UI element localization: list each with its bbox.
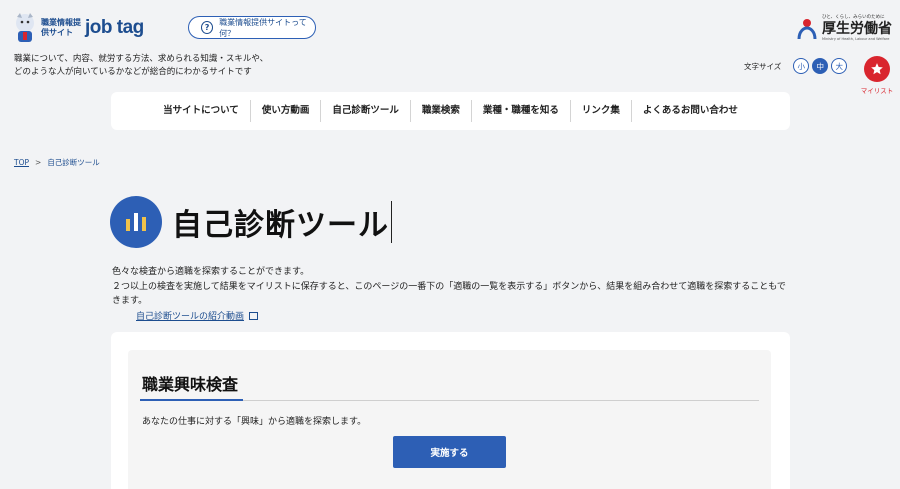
- card-title: 職業興味検査: [142, 375, 239, 394]
- nav-item-industries[interactable]: 業種・職種を知る: [472, 100, 571, 122]
- tagline-line-2: どのような人が向いているかなどが総合的にわかるサイトです: [14, 67, 252, 77]
- nav-item-faq[interactable]: よくあるお問い合わせ: [632, 100, 749, 122]
- interest-test-card: 職業興味検査 あなたの仕事に対する「興味」から適職を探索します。 実施する: [128, 350, 771, 489]
- font-size-label: 文字サイズ: [744, 61, 782, 71]
- nav-item-links[interactable]: リンク集: [571, 100, 632, 122]
- font-size-medium-button[interactable]: 中: [812, 58, 829, 74]
- breadcrumb-current: 自己診断ツール: [47, 158, 100, 167]
- run-test-button[interactable]: 実施する: [393, 436, 506, 468]
- ministry-emblem-icon: [797, 18, 817, 39]
- star-icon: [871, 63, 883, 75]
- font-size-large-button[interactable]: 大: [831, 58, 848, 74]
- ministry-logo[interactable]: ひと、くらし、みらいのために 厚生労働省 Ministry of Health,…: [796, 15, 892, 42]
- page-description: 色々な検査から適職を探索することができます。 ２つ以上の検査を実施して結果をマイ…: [112, 265, 792, 309]
- intro-video-link[interactable]: 自己診断ツールの紹介動画: [136, 309, 259, 322]
- nav-item-job-search[interactable]: 職業検索: [411, 100, 472, 122]
- global-nav: 当サイトについて 使い方動画 自己診断ツール 職業検索 業種・職種を知る リンク…: [111, 92, 790, 130]
- question-icon: ?: [201, 21, 214, 34]
- nav-item-tutorial-videos[interactable]: 使い方動画: [251, 100, 322, 122]
- nav-item-self-diagnosis[interactable]: 自己診断ツール: [321, 100, 411, 122]
- mylist-button[interactable]: マイリスト: [858, 56, 896, 95]
- font-size-small-button[interactable]: 小: [793, 58, 810, 74]
- nav-item-about[interactable]: 当サイトについて: [152, 100, 251, 122]
- about-site-button[interactable]: ? 職業情報提供サイトって何？: [188, 16, 316, 39]
- logo-wordmark: job tag: [85, 17, 144, 38]
- tagline-line-1: 職業について、内容、就労する方法、求められる知識・スキルや、: [14, 54, 269, 64]
- external-window-icon: [249, 311, 259, 320]
- card-divider-accent: [140, 399, 243, 401]
- ministry-name: 厚生労働省: [822, 21, 892, 37]
- page-heading: 自己診断ツール: [110, 196, 392, 248]
- font-size-switcher: 文字サイズ 小 中 大: [744, 58, 850, 74]
- site-header: 職業情報提供サイト job tag ? 職業情報提供サイトって何？ 職業について…: [0, 0, 900, 95]
- logo-subtitle: 職業情報提供サイト: [41, 18, 81, 37]
- description-line-1: 色々な検査から適職を探索することができます。: [112, 267, 310, 277]
- site-tagline: 職業について、内容、就労する方法、求められる知識・スキルや、 どのような人が向い…: [14, 53, 268, 79]
- bar-chart-icon: [110, 196, 162, 248]
- breadcrumb: TOP > 自己診断ツール: [14, 157, 100, 168]
- intro-video-label: 自己診断ツールの紹介動画: [136, 312, 245, 322]
- card-description: あなたの仕事に対する「興味」から適職を探索します。: [142, 417, 367, 427]
- breadcrumb-home-link[interactable]: TOP: [14, 158, 29, 167]
- ministry-english-name: Ministry of Health, Labour and Welfare: [822, 37, 890, 41]
- description-line-2: ２つ以上の検査を実施して結果をマイリストに保存すると、このページの一番下の「適職…: [112, 281, 786, 307]
- mascot-icon: [16, 13, 34, 42]
- mylist-label: マイリスト: [860, 87, 894, 95]
- page-title: 自己診断ツール: [172, 208, 389, 243]
- text-cursor: [391, 201, 392, 243]
- site-logo[interactable]: 職業情報提供サイト job tag: [12, 12, 144, 44]
- about-site-label: 職業情報提供サイトって何？: [219, 17, 307, 38]
- breadcrumb-separator: >: [35, 158, 42, 167]
- diagnosis-tool-list: 職業興味検査 あなたの仕事に対する「興味」から適職を探索します。 実施する: [111, 332, 790, 489]
